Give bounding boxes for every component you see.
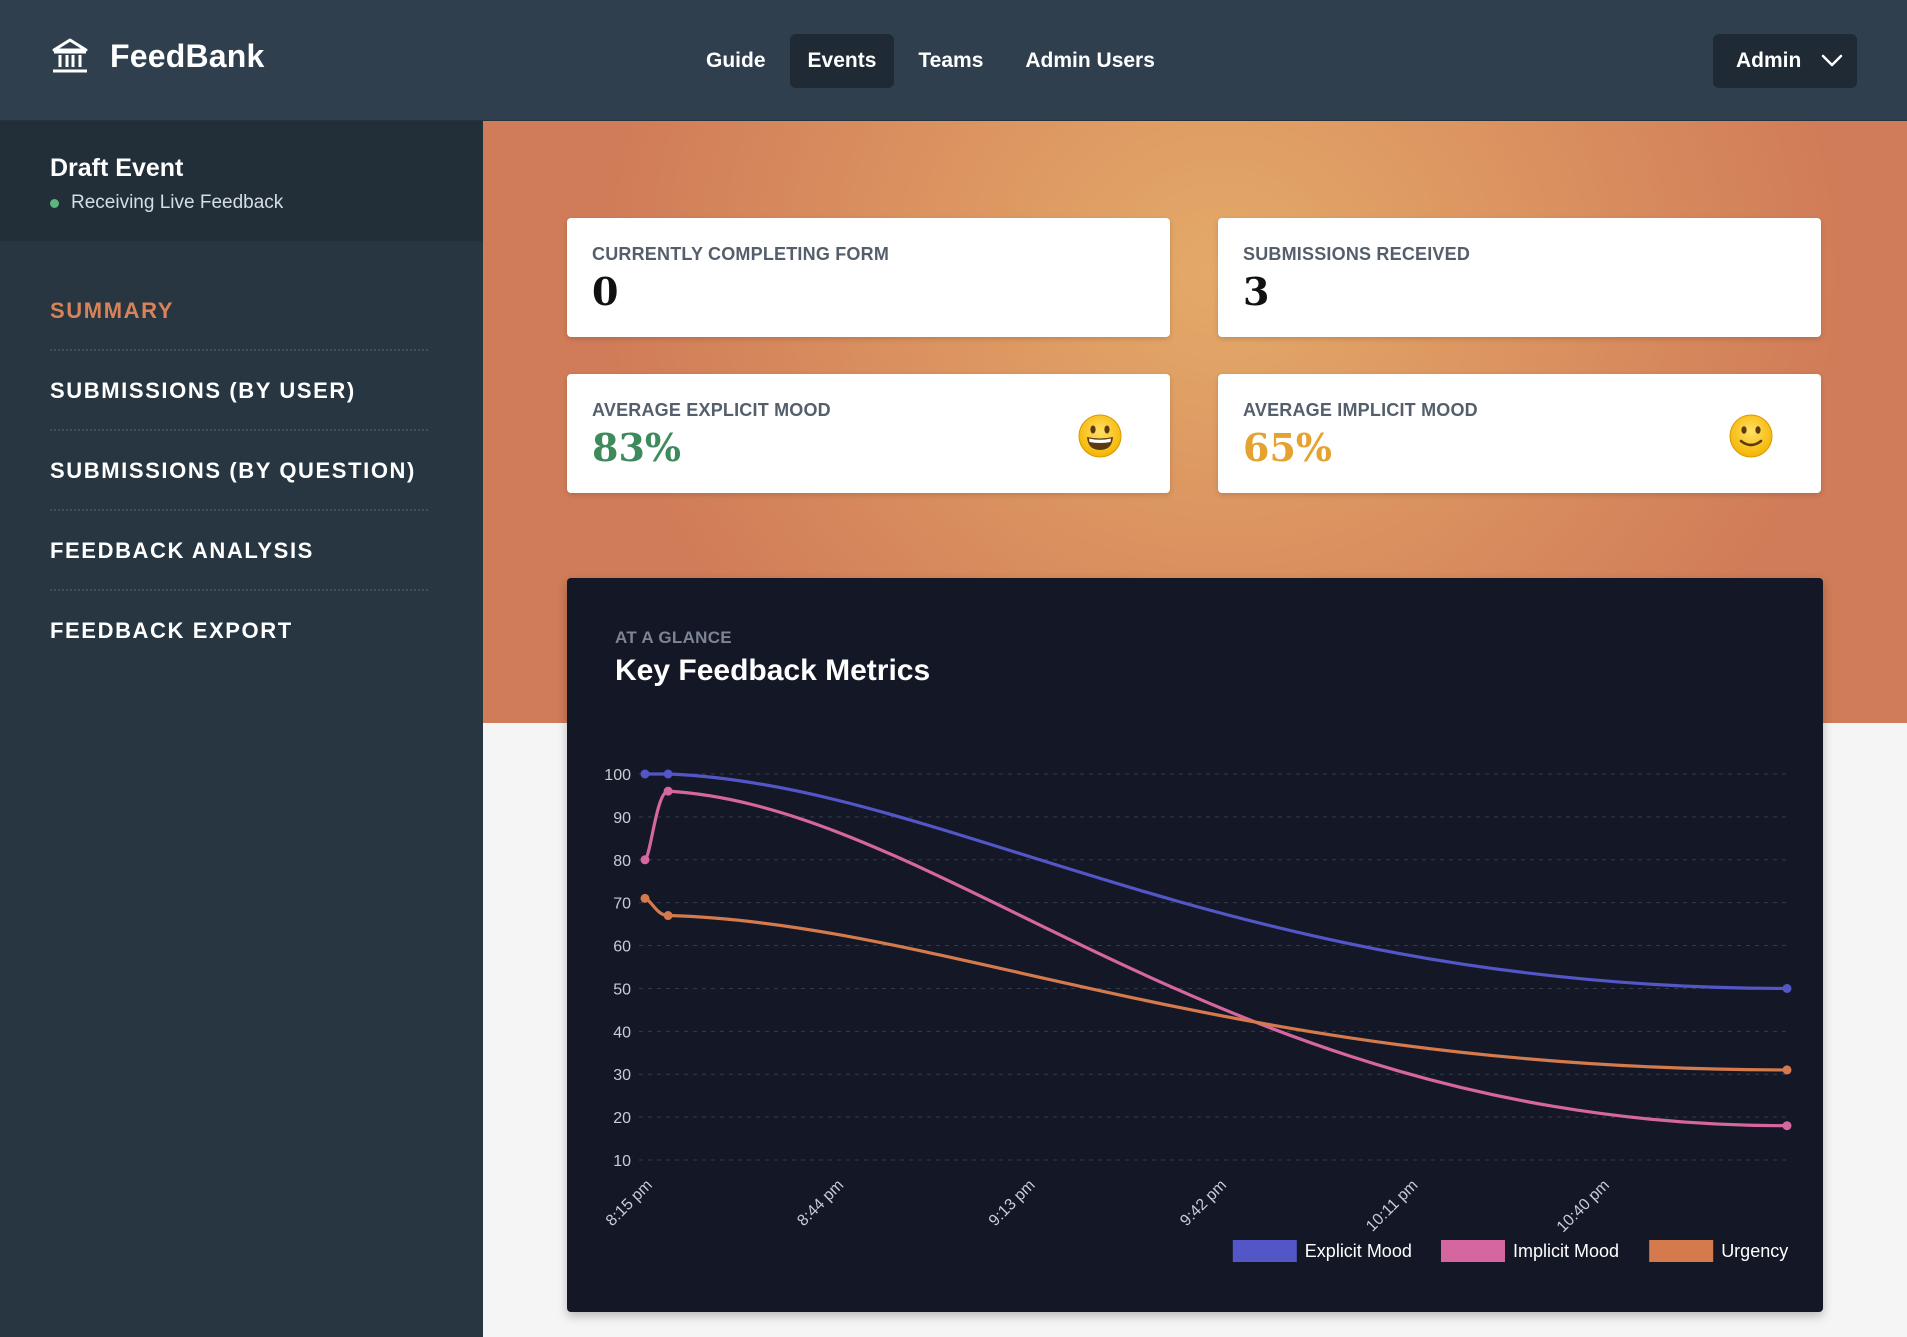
y-tick-label: 50 bbox=[613, 981, 631, 998]
x-tick-label: 10:11 pm bbox=[1363, 1177, 1421, 1235]
sidebar-item-submissions-by-user[interactable]: SUBMISSIONS (BY USER) bbox=[50, 351, 428, 431]
live-status-dot bbox=[50, 198, 59, 208]
key-metrics-chart-card: AT A GLANCE Key Feedback Metrics 10 20 30 4… bbox=[567, 578, 1823, 1312]
stat-label: AVERAGE IMPLICIT MOOD bbox=[1243, 400, 1478, 420]
user-menu-label: Admin bbox=[1736, 49, 1802, 72]
sidebar-item-submissions-by-question[interactable]: SUBMISSIONS (BY QUESTION) bbox=[50, 431, 428, 511]
y-tick-label: 30 bbox=[613, 1067, 631, 1084]
stat-value: 65% bbox=[1243, 425, 1332, 470]
y-tick-label: 20 bbox=[613, 1110, 631, 1127]
sidebar-item-summary[interactable]: SUMMARY bbox=[50, 271, 428, 351]
grinning-face-icon bbox=[1078, 414, 1122, 458]
series-line-urgency bbox=[643, 896, 1789, 1072]
stat-value: 0 bbox=[592, 269, 619, 314]
nav-guide[interactable]: Guide bbox=[688, 34, 784, 88]
nav-events[interactable]: Events bbox=[789, 34, 895, 88]
sidebar: Draft Event Receiving Live Feedback SUMM… bbox=[0, 121, 483, 1337]
stat-label: AVERAGE EXPLICIT MOOD bbox=[592, 400, 831, 420]
data-point bbox=[1782, 1065, 1792, 1075]
x-tick-label: 8:44 pm bbox=[794, 1177, 847, 1230]
y-tick-label: 70 bbox=[613, 896, 631, 913]
stat-value: 83% bbox=[592, 425, 681, 470]
legend-label: Implicit Mood bbox=[1513, 1241, 1619, 1261]
sidebar-item-feedback-analysis[interactable]: FEEDBACK ANALYSIS bbox=[50, 511, 428, 591]
user-menu-button[interactable]: Admin bbox=[1713, 34, 1857, 88]
y-tick-label: 10 bbox=[613, 1153, 631, 1170]
event-status-text: Receiving Live Feedback bbox=[71, 192, 284, 213]
legend-label: Urgency bbox=[1721, 1241, 1788, 1261]
bank-icon bbox=[52, 38, 88, 73]
data-point bbox=[1782, 983, 1792, 993]
legend-swatch bbox=[1649, 1240, 1714, 1262]
data-point bbox=[663, 769, 673, 779]
x-tick-label: 9:42 pm bbox=[1177, 1177, 1230, 1230]
y-tick-label: 60 bbox=[613, 939, 631, 956]
chevron-down-icon bbox=[1822, 54, 1843, 67]
y-tick-label: 40 bbox=[613, 1024, 631, 1041]
app-logo[interactable]: FeedBank bbox=[50, 36, 265, 76]
app-name: FeedBank bbox=[110, 37, 265, 74]
event-status: Receiving Live Feedback bbox=[50, 192, 483, 214]
line-chart: 10 20 30 40 50 60 70 80 90 100 8:15 pm 8:44 pm 9:13 … bbox=[603, 767, 1792, 1262]
legend-label: Explicit Mood bbox=[1305, 1241, 1412, 1261]
legend-swatch bbox=[1441, 1240, 1505, 1262]
y-tick-label: 80 bbox=[613, 853, 631, 870]
stat-card-explicit-mood: AVERAGE EXPLICIT MOOD 83% bbox=[567, 374, 1170, 493]
x-tick-label: 9:13 pm bbox=[986, 1177, 1039, 1230]
series-line-explicit-mood bbox=[643, 772, 1789, 991]
stat-card-submissions: SUBMISSIONS RECEIVED 3 bbox=[1218, 218, 1821, 337]
top-navbar: FeedBank Guide Events Teams Admin Users … bbox=[0, 0, 1907, 121]
sidebar-item-feedback-export[interactable]: FEEDBACK EXPORT bbox=[50, 591, 428, 671]
stat-label: CURRENTLY COMPLETING FORM bbox=[592, 244, 890, 264]
data-point bbox=[663, 786, 673, 796]
stat-label: SUBMISSIONS RECEIVED bbox=[1243, 244, 1471, 264]
x-tick-label: 10:40 pm bbox=[1554, 1177, 1613, 1236]
event-header: Draft Event Receiving Live Feedback bbox=[0, 121, 483, 241]
main-nav: Guide Events Teams Admin Users bbox=[688, 34, 1173, 88]
nav-teams[interactable]: Teams bbox=[900, 34, 1001, 88]
data-point bbox=[640, 769, 650, 779]
slightly-smiling-face-icon bbox=[1729, 414, 1773, 458]
y-tick-label: 100 bbox=[604, 767, 631, 784]
stat-card-completing: CURRENTLY COMPLETING FORM 0 bbox=[567, 218, 1170, 337]
x-tick-label: 8:15 pm bbox=[603, 1177, 656, 1230]
data-point bbox=[640, 893, 650, 903]
stat-card-implicit-mood: AVERAGE IMPLICIT MOOD 65% bbox=[1218, 374, 1821, 493]
nav-admin-users[interactable]: Admin Users bbox=[1007, 34, 1173, 88]
data-point bbox=[1782, 1121, 1792, 1131]
sidebar-menu: SUMMARY SUBMISSIONS (BY USER) SUBMISSION… bbox=[50, 271, 428, 671]
y-tick-label: 90 bbox=[613, 810, 631, 827]
event-title: Draft Event bbox=[50, 154, 184, 182]
data-point bbox=[663, 911, 673, 921]
data-point bbox=[640, 855, 650, 865]
stat-value: 3 bbox=[1243, 269, 1270, 314]
legend-swatch bbox=[1232, 1240, 1297, 1262]
series-line-implicit-mood bbox=[643, 789, 1789, 1128]
